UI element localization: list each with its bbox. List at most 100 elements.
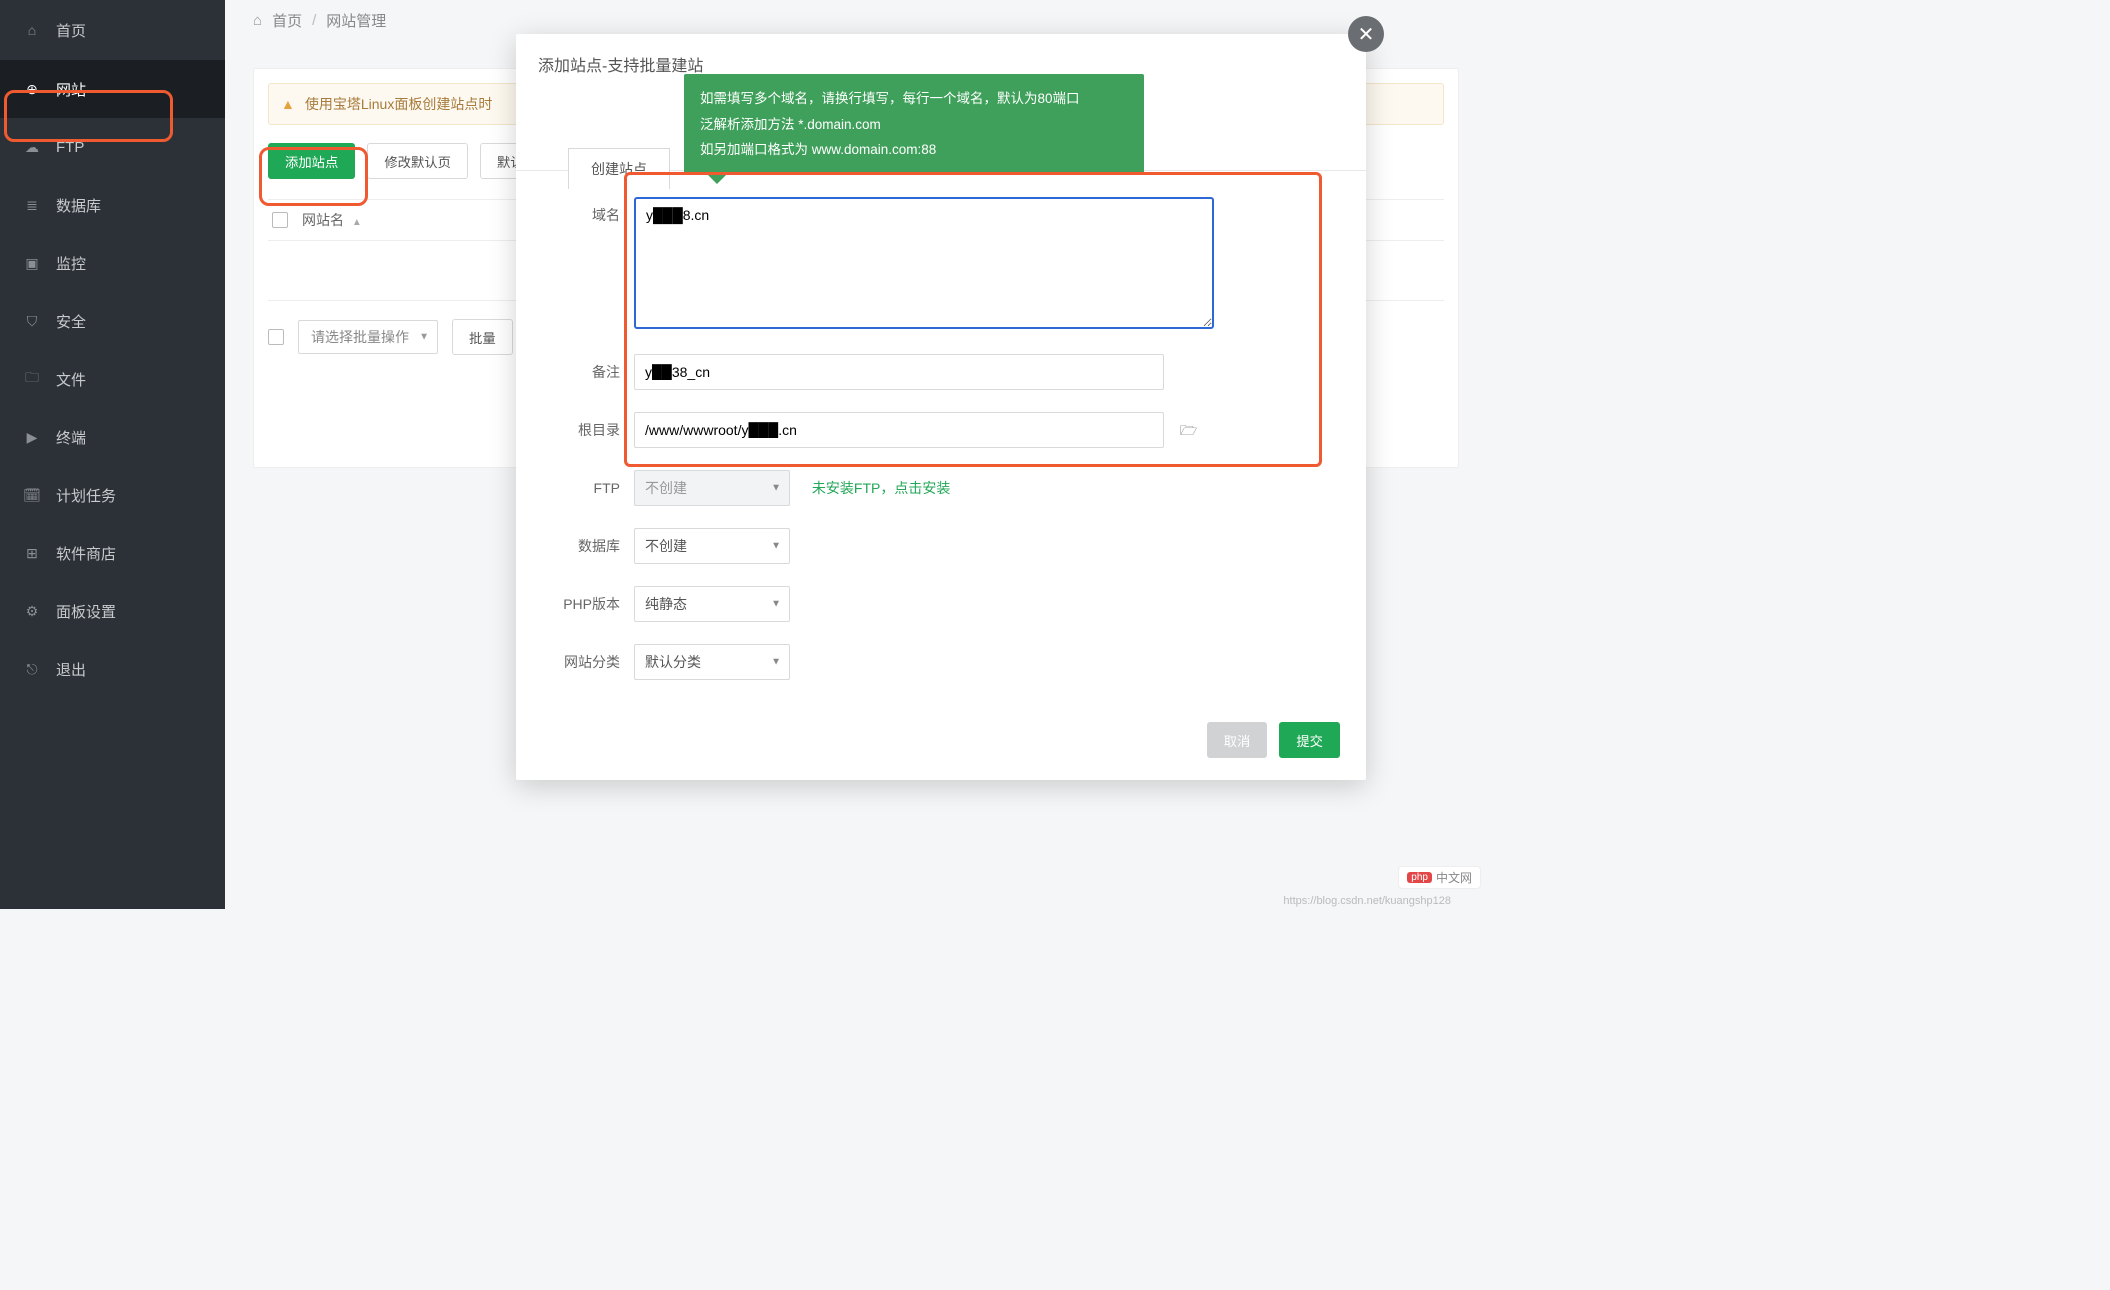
php-select-value: 纯静态 [645,594,687,614]
warning-icon: ▲ [281,96,295,112]
remark-input[interactable] [634,354,1164,390]
side-label: 面板设置 [56,601,116,622]
category-select-value: 默认分类 [645,652,701,672]
warning-text: 使用宝塔Linux面板创建站点时 [305,94,492,114]
row-php: PHP版本 纯静态 ▼ [556,586,1326,622]
gear-icon: ⚙ [22,603,42,620]
row-domain: 域名 [556,197,1326,332]
side-item-home[interactable]: ⌂ 首页 [0,0,225,60]
side-item-terminal[interactable]: ▶ 终端 [0,408,225,466]
side-item-files[interactable]: 🗀 文件 [0,350,225,408]
select-all-checkbox[interactable] [272,212,288,228]
logout-icon: ⎋ [22,661,42,678]
category-select[interactable]: 默认分类 ▼ [634,644,790,680]
side-label: 软件商店 [56,543,116,564]
label-remark: 备注 [556,362,634,382]
row-ftp: FTP 不创建 ▼ 未安装FTP，点击安装 [556,470,1326,506]
add-site-button[interactable]: 添加站点 [268,143,355,179]
label-root: 根目录 [556,420,634,440]
side-label: 安全 [56,311,86,332]
chevron-down-icon: ▼ [419,332,429,343]
row-root: 根目录 🗁 [556,412,1326,448]
label-php: PHP版本 [556,594,634,614]
side-label: FTP [56,139,84,156]
breadcrumb-current: 网站管理 [326,10,386,31]
side-item-website[interactable]: ⊕ 网站 [0,60,225,118]
side-label: 数据库 [56,195,101,216]
terminal-icon: ▶ [22,429,42,446]
home-icon: ⌂ [22,22,42,38]
monitor-icon: ▣ [22,255,42,272]
close-button[interactable]: ✕ [1348,16,1384,52]
domain-textarea[interactable] [634,197,1214,329]
shield-icon: ⛉ [22,313,42,330]
watermark-text: https://blog.csdn.net/kuangshp128 [1283,895,1451,907]
calendar-icon: 🗓 [22,487,42,504]
tip-line: 泛解析添加方法 *.domain.com [700,112,1128,138]
globe-icon: ⊕ [22,81,42,98]
php-badge-text: 中文网 [1436,869,1472,886]
side-item-cron[interactable]: 🗓 计划任务 [0,466,225,524]
ftp-select-value: 不创建 [645,478,687,498]
batch-button[interactable]: 批量 [452,319,513,355]
side-item-database[interactable]: ≣ 数据库 [0,176,225,234]
label-domain: 域名 [556,197,634,225]
modal-content: 域名 备注 根目录 🗁 FTP 不创建 [516,170,1366,680]
side-item-logout[interactable]: ⎋ 退出 [0,640,225,698]
row-remark: 备注 [556,354,1326,390]
root-input[interactable] [634,412,1164,448]
chevron-down-icon: ▼ [771,599,781,610]
col-site-name[interactable]: 网站名 ▲ [302,210,362,230]
side-item-settings[interactable]: ⚙ 面板设置 [0,582,225,640]
folder-icon: 🗀 [22,367,42,391]
cloud-icon: ☁ [22,139,42,156]
database-select-value: 不创建 [645,536,687,556]
batch-select-label: 请选择批量操作 [311,327,409,347]
batch-checkbox[interactable] [268,329,284,345]
side-label: 终端 [56,427,86,448]
side-item-ftp[interactable]: ☁ FTP [0,118,225,176]
tip-line: 如另加端口格式为 www.domain.com:88 [700,137,1128,163]
cancel-button[interactable]: 取消 [1207,722,1268,758]
side-item-monitor[interactable]: ▣ 监控 [0,234,225,292]
database-select[interactable]: 不创建 ▼ [634,528,790,564]
modify-default-button[interactable]: 修改默认页 [367,143,468,179]
add-site-modal: ✕ 添加站点-支持批量建站 如需填写多个域名，请换行填写，每行一个域名，默认为8… [516,34,1366,780]
side-label: 计划任务 [56,485,116,506]
ftp-install-link[interactable]: 未安装FTP，点击安装 [812,480,950,496]
side-item-security[interactable]: ⛉ 安全 [0,292,225,350]
chevron-down-icon: ▼ [771,483,781,494]
database-icon: ≣ [22,197,42,214]
side-label: 退出 [56,659,86,680]
browse-folder-button[interactable]: 🗁 [1180,420,1197,444]
sort-icon: ▲ [352,217,362,228]
close-icon: ✕ [1358,22,1375,47]
modal-footer: 取消 提交 [516,702,1366,758]
batch-select[interactable]: 请选择批量操作 ▼ [298,320,438,354]
php-select[interactable]: 纯静态 ▼ [634,586,790,622]
submit-button[interactable]: 提交 [1279,722,1340,758]
side-label: 首页 [56,20,86,41]
breadcrumb-home[interactable]: 首页 [272,10,302,31]
chevron-down-icon: ▼ [771,541,781,552]
row-category: 网站分类 默认分类 ▼ [556,644,1326,680]
tab-create-site[interactable]: 创建站点 [568,148,670,189]
side-label: 网站 [56,79,86,100]
tip-line: 如需填写多个域名，请换行填写，每行一个域名，默认为80端口 [700,86,1128,112]
breadcrumb-separator: / [312,12,316,29]
col-label: 网站名 [302,212,344,228]
php-badge: php 中文网 [1398,866,1481,889]
label-database: 数据库 [556,536,634,556]
sidebar: ⌂ 首页 ⊕ 网站 ☁ FTP ≣ 数据库 ▣ 监控 ⛉ 安全 🗀 文件 ▶ 终… [0,0,225,909]
label-ftp: FTP [556,480,634,496]
php-badge-label: php [1407,872,1432,883]
apps-icon: ⊞ [22,545,42,562]
row-database: 数据库 不创建 ▼ [556,528,1326,564]
label-category: 网站分类 [556,652,634,672]
modal-tabs: 创建站点 [568,148,670,189]
chevron-down-icon: ▼ [771,657,781,668]
ftp-select[interactable]: 不创建 ▼ [634,470,790,506]
folder-icon: 🗁 [1180,422,1197,438]
side-label: 文件 [56,369,86,390]
side-item-appstore[interactable]: ⊞ 软件商店 [0,524,225,582]
